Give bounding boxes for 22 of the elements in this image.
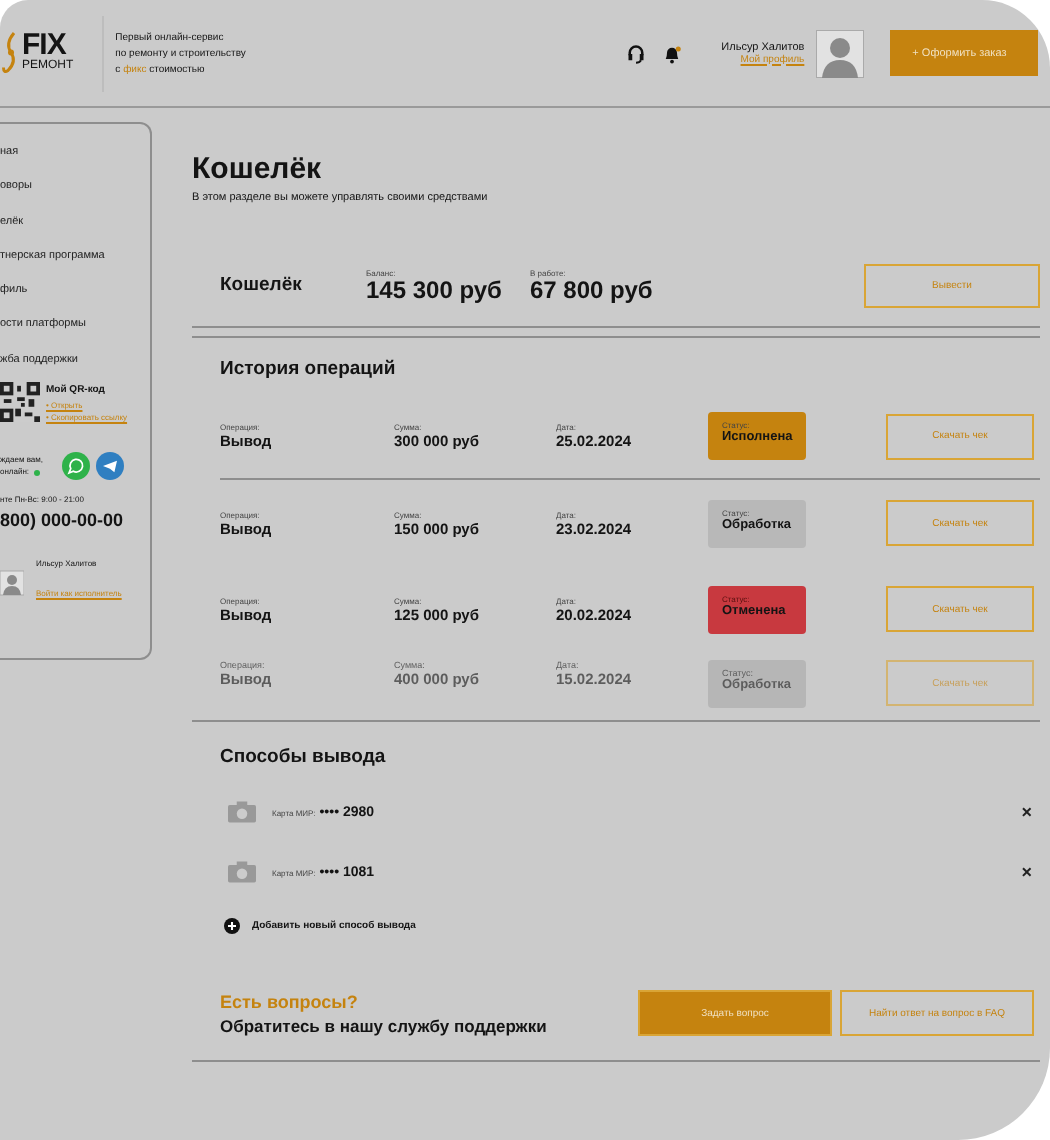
bell-icon xyxy=(661,43,682,63)
page-title: Кошелёк xyxy=(192,152,324,188)
balance-amount: 145 300 руб xyxy=(366,277,504,303)
remove-button[interactable]: × xyxy=(1021,802,1032,822)
balance-amount: 67 800 руб xyxy=(530,277,655,303)
support-text: Обратитесь в нашу службу поддержки xyxy=(220,1015,549,1035)
logo-title: FIX xyxy=(22,32,67,60)
wallet-title: Кошелёк xyxy=(220,274,304,296)
avatar-icon xyxy=(816,29,865,77)
headset-icon xyxy=(625,43,646,63)
phone-number: 800) 000-00-00 xyxy=(0,510,126,531)
paper-plane-icon xyxy=(96,452,124,481)
section-title: Способы вывода xyxy=(220,746,388,770)
plus-circle-icon xyxy=(224,918,240,934)
chat-bubble-icon xyxy=(62,452,90,481)
section-title: История операций xyxy=(220,358,398,382)
remove-button[interactable]: × xyxy=(1021,862,1032,882)
camera-icon xyxy=(224,798,260,826)
camera-icon xyxy=(224,858,260,886)
online-dot xyxy=(33,469,40,476)
support-question: Есть вопросы? xyxy=(220,991,360,1011)
swirl-icon xyxy=(2,27,20,79)
